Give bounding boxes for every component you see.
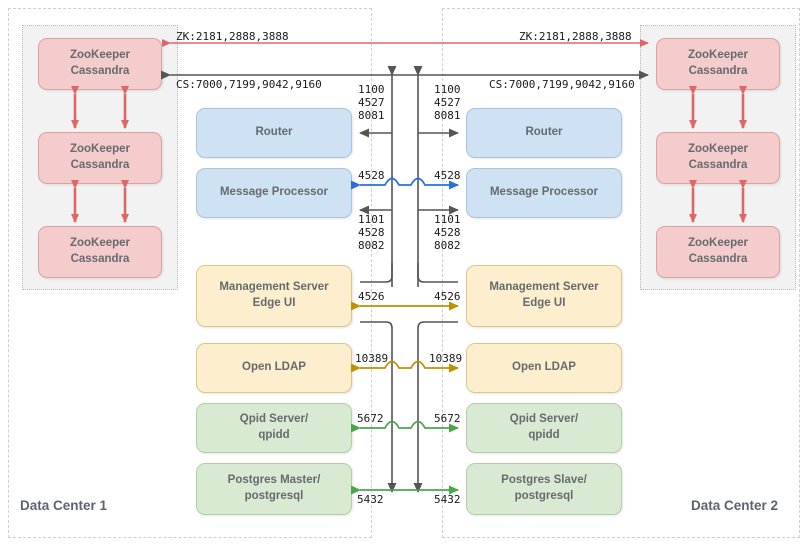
node-label-line1: ZooKeeper xyxy=(69,49,131,62)
node-label-line2: Cassandra xyxy=(688,159,748,171)
node-label-line2: postgresql xyxy=(244,490,304,502)
router-port-label-left: 1100 4527 8081 xyxy=(358,83,385,122)
dc2-postgres-slave-node[interactable]: Postgres Slave/ postgresql xyxy=(466,463,622,515)
management-server-port-label-right: 4526 xyxy=(434,290,461,303)
postgres-port-label-left: 5432 xyxy=(357,493,384,506)
node-label-line2: Cassandra xyxy=(70,159,130,171)
node-label-line1: Router xyxy=(525,126,563,139)
node-label-line1: Router xyxy=(255,126,293,139)
node-label-line1: Qpid Server/ xyxy=(239,413,309,426)
node-label-line1: ZooKeeper xyxy=(69,237,131,250)
mp-inbound-port-label-right: 4528 xyxy=(434,169,461,182)
dc1-router-node[interactable]: Router xyxy=(196,108,352,158)
node-label-line2: Edge UI xyxy=(522,297,566,309)
dc1-zookeeper-cassandra-node-2[interactable]: ZooKeeper Cassandra xyxy=(38,132,162,184)
node-label-line1: Message Processor xyxy=(489,186,599,199)
dc1-zookeeper-cassandra-node-3[interactable]: ZooKeeper Cassandra xyxy=(38,226,162,278)
node-label-line1: Open LDAP xyxy=(512,361,576,374)
dc2-router-node[interactable]: Router xyxy=(466,108,622,158)
ldap-port-label-right: 10389 xyxy=(429,352,463,365)
mp-port-label-left: 1101 4528 8082 xyxy=(358,213,385,252)
node-label-line2: postgresql xyxy=(514,490,574,502)
data-center-2-label: Data Center 2 xyxy=(691,498,779,513)
dc1-postgres-master-node[interactable]: Postgres Master/ postgresql xyxy=(196,463,352,515)
node-label-line1: Message Processor xyxy=(219,186,329,199)
router-port-label-right: 1100 4527 8081 xyxy=(434,83,461,122)
node-label-line1: ZooKeeper xyxy=(687,49,749,62)
node-label-line1: Management Server xyxy=(489,281,599,294)
dc2-zookeeper-cassandra-node-1[interactable]: ZooKeeper Cassandra xyxy=(656,38,780,90)
dc2-open-ldap-node[interactable]: Open LDAP xyxy=(466,343,622,393)
node-label-line2: Cassandra xyxy=(688,253,748,265)
dc2-message-processor-node[interactable]: Message Processor xyxy=(466,168,622,218)
node-label-line2: Edge UI xyxy=(252,297,296,309)
dc1-open-ldap-node[interactable]: Open LDAP xyxy=(196,343,352,393)
dc2-qpid-server-node[interactable]: Qpid Server/ qpidd xyxy=(466,403,622,453)
mp-port-label-right: 1101 4528 8082 xyxy=(434,213,461,252)
dc1-qpid-server-node[interactable]: Qpid Server/ qpidd xyxy=(196,403,352,453)
dc2-zookeeper-cassandra-node-2[interactable]: ZooKeeper Cassandra xyxy=(656,132,780,184)
management-server-port-label-left: 4526 xyxy=(358,290,385,303)
node-label-line1: Open LDAP xyxy=(242,361,306,374)
node-label-line2: Cassandra xyxy=(688,65,748,77)
postgres-port-label-right: 5432 xyxy=(434,493,461,506)
node-label-line1: ZooKeeper xyxy=(687,143,749,156)
qpid-port-label-right: 5672 xyxy=(434,412,461,425)
node-label-line1: Management Server xyxy=(219,281,329,294)
data-center-1-label: Data Center 1 xyxy=(20,498,108,513)
node-label-line2: Cassandra xyxy=(70,65,130,77)
node-label-line1: Qpid Server/ xyxy=(509,413,579,426)
node-label-line1: ZooKeeper xyxy=(687,237,749,250)
zk-port-label-right: ZK:2181,2888,3888 xyxy=(519,30,632,43)
node-label-line2: qpidd xyxy=(528,429,560,441)
dc1-management-server-node[interactable]: Management Server Edge UI xyxy=(196,265,352,327)
node-label-line1: ZooKeeper xyxy=(69,143,131,156)
cs-port-label-right: CS:7000,7199,9042,9160 xyxy=(489,78,635,91)
ldap-port-label-left: 10389 xyxy=(355,352,389,365)
node-label-line2: qpidd xyxy=(258,429,290,441)
qpid-port-label-left: 5672 xyxy=(357,412,384,425)
dc1-zookeeper-cassandra-node-1[interactable]: ZooKeeper Cassandra xyxy=(38,38,162,90)
dc2-management-server-node[interactable]: Management Server Edge UI xyxy=(466,265,622,327)
mp-inbound-port-label-left: 4528 xyxy=(358,169,385,182)
diagram-canvas: ZooKeeper Cassandra ZooKeeper Cassandra … xyxy=(0,0,808,546)
node-label-line1: Postgres Slave/ xyxy=(501,474,587,487)
node-label-line1: Postgres Master/ xyxy=(227,474,321,487)
dc1-message-processor-node[interactable]: Message Processor xyxy=(196,168,352,218)
dc2-zookeeper-cassandra-node-3[interactable]: ZooKeeper Cassandra xyxy=(656,226,780,278)
zk-port-label-left: ZK:2181,2888,3888 xyxy=(176,30,289,43)
cs-port-label-left: CS:7000,7199,9042,9160 xyxy=(176,78,322,91)
node-label-line2: Cassandra xyxy=(70,253,130,265)
